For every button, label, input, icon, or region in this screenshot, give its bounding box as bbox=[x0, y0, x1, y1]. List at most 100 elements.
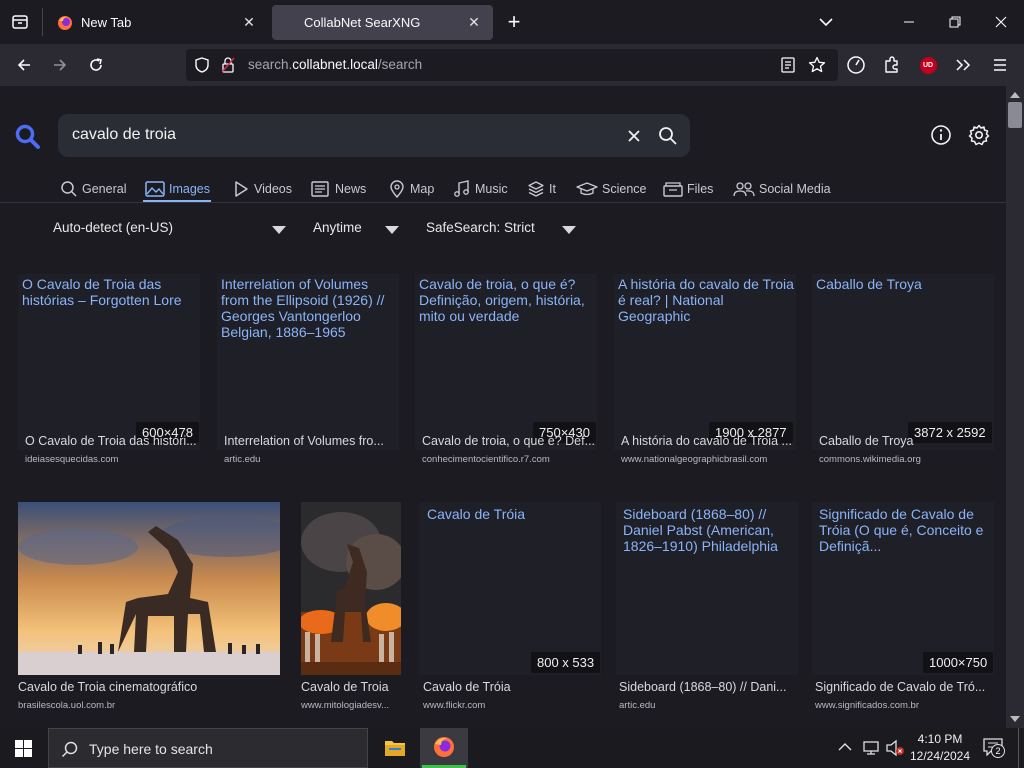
account-button[interactable] bbox=[843, 52, 869, 78]
page-scrollbar[interactable] bbox=[1006, 86, 1024, 728]
arrow-left-icon bbox=[17, 59, 30, 71]
image-alt-title: Significado de Cavalo de Tróia (O que é,… bbox=[819, 506, 984, 554]
restore-button[interactable] bbox=[942, 9, 968, 35]
category-images[interactable]: Images bbox=[145, 176, 210, 202]
windows-start-icon[interactable] bbox=[15, 740, 32, 757]
image-result[interactable]: Sideboard (1868–80) // Daniel Pabst (Ame… bbox=[616, 502, 798, 714]
category-map[interactable]: Map bbox=[388, 176, 434, 202]
trojan-horse-sunset-image[interactable] bbox=[18, 502, 280, 675]
play-icon bbox=[235, 181, 248, 197]
firefox-view-icon bbox=[12, 15, 28, 29]
new-tab-button[interactable]: + bbox=[501, 9, 527, 35]
taskbar-firefox-button[interactable] bbox=[420, 728, 468, 768]
show-desktop-button[interactable] bbox=[1018, 728, 1024, 768]
url-path: /search bbox=[377, 57, 423, 72]
chevron-down-icon bbox=[819, 18, 833, 27]
category-videos[interactable]: Videos bbox=[232, 176, 292, 202]
image-result[interactable]: Interrelation of Volumes from the Ellips… bbox=[217, 274, 399, 474]
tab-strip: New Tab ✕ CollabNet SearXNG ✕ + bbox=[0, 0, 1024, 44]
image-source-url: artic.edu bbox=[619, 700, 656, 711]
firefox-view-button[interactable] bbox=[7, 9, 33, 35]
notification-center-button[interactable]: 2 bbox=[983, 738, 1007, 760]
image-result[interactable]: Cavalo de Troia www.mitologiadesv... bbox=[301, 502, 401, 714]
taskbar-search-box[interactable]: Type here to search bbox=[48, 728, 368, 768]
category-science[interactable]: Science bbox=[576, 176, 646, 202]
reader-view-icon[interactable] bbox=[781, 57, 795, 73]
url-bar[interactable]: search.collabnet.local/search bbox=[186, 49, 838, 81]
search-submit-icon[interactable] bbox=[658, 126, 678, 146]
network-icon[interactable] bbox=[862, 740, 880, 756]
category-label: Social Media bbox=[759, 182, 831, 196]
category-it[interactable]: It bbox=[527, 176, 556, 202]
back-button[interactable] bbox=[11, 52, 37, 78]
shield-icon[interactable] bbox=[194, 57, 210, 73]
image-thumbnail-broken[interactable] bbox=[419, 502, 601, 675]
image-resolution: 1000×750 bbox=[923, 652, 994, 673]
image-result[interactable]: Cavalo de troia, o que é? Definição, ori… bbox=[415, 274, 597, 474]
chevron-up-icon[interactable] bbox=[838, 742, 852, 752]
safesearch-select[interactable]: SafeSearch: Strict bbox=[426, 220, 535, 240]
image-source-url: ideiasesquecidas.com bbox=[25, 454, 119, 465]
taskbar-clock[interactable]: 4:10 PM 12/24/2024 bbox=[908, 731, 972, 765]
ublock-button[interactable]: UD bbox=[915, 52, 941, 78]
image-result[interactable]: O Cavalo de Troia das histórias – Forgot… bbox=[18, 274, 200, 474]
image-source-url: conhecimentocientifico.r7.com bbox=[422, 454, 550, 465]
info-icon[interactable] bbox=[930, 124, 952, 146]
image-result[interactable]: Caballo de Troya 3872 x 2592 Caballo de … bbox=[812, 274, 994, 474]
image-caption: O Cavalo de Troia das históri... bbox=[25, 434, 197, 448]
category-social-media[interactable]: Social Media bbox=[733, 176, 831, 202]
scrollbar-thumb[interactable] bbox=[1008, 102, 1022, 128]
category-label: News bbox=[335, 182, 367, 196]
category-files[interactable]: Files bbox=[663, 176, 713, 202]
app-menu-button[interactable] bbox=[987, 52, 1013, 78]
extensions-button[interactable] bbox=[879, 52, 905, 78]
tab-title: CollabNet SearXNG bbox=[304, 15, 421, 30]
image-caption: Significado de Cavalo de Tró... bbox=[815, 680, 986, 694]
category-news[interactable]: News bbox=[311, 176, 366, 202]
image-alt-title: Sideboard (1868–80) // Daniel Pabst (Ame… bbox=[623, 506, 778, 554]
category-music[interactable]: Music bbox=[453, 176, 508, 202]
category-label: Science bbox=[602, 182, 647, 196]
image-result[interactable]: Cavalo de Tróia 800 x 533 Cavalo de Trói… bbox=[419, 502, 601, 714]
double-chevron-right-icon bbox=[956, 59, 971, 71]
image-result[interactable]: Cavalo de Troia cinematográfico brasiles… bbox=[18, 502, 280, 714]
ublock-shield-icon: UD bbox=[919, 56, 937, 74]
newspaper-icon bbox=[311, 181, 329, 197]
image-source-url: artic.edu bbox=[224, 454, 261, 465]
language-select[interactable]: Auto-detect (en-US) bbox=[53, 220, 173, 240]
speaker-muted-icon[interactable] bbox=[885, 739, 905, 757]
image-source-url: www.nationalgeographicbrasil.com bbox=[621, 454, 768, 465]
reload-button[interactable] bbox=[83, 52, 109, 78]
scroll-down-arrow-icon[interactable] bbox=[1010, 716, 1020, 722]
file-explorer-icon[interactable] bbox=[384, 738, 406, 758]
image-caption: Cavalo de Tróia bbox=[423, 680, 511, 694]
language-dropdown-caret-icon[interactable] bbox=[272, 226, 286, 234]
category-general[interactable]: General bbox=[60, 176, 126, 202]
minimize-button[interactable] bbox=[896, 9, 922, 35]
tab-close-icon[interactable]: ✕ bbox=[465, 13, 483, 31]
search-input[interactable]: cavalo de troia bbox=[72, 126, 176, 144]
image-result[interactable]: A história do cavalo de Troia é real? | … bbox=[614, 274, 796, 474]
scroll-up-arrow-icon[interactable] bbox=[1010, 92, 1020, 98]
lock-warning-icon[interactable] bbox=[221, 57, 235, 73]
image-caption: Caballo de Troya bbox=[819, 434, 914, 448]
close-window-button[interactable] bbox=[988, 9, 1014, 35]
time-range-dropdown-caret-icon[interactable] bbox=[385, 226, 399, 234]
image-caption: A história do cavalo de Troia ... bbox=[621, 434, 792, 448]
settings-gear-icon[interactable] bbox=[968, 124, 990, 146]
restore-icon bbox=[949, 16, 961, 28]
clear-search-icon[interactable] bbox=[626, 128, 642, 144]
tab-close-icon[interactable]: ✕ bbox=[240, 13, 258, 31]
list-all-tabs-button[interactable] bbox=[813, 9, 839, 35]
tab-collabnet-searxng[interactable]: CollabNet SearXNG ✕ bbox=[272, 5, 493, 40]
more-tools-button[interactable] bbox=[950, 52, 976, 78]
tab-new-tab[interactable]: New Tab ✕ bbox=[46, 5, 268, 40]
bookmark-star-icon[interactable] bbox=[808, 56, 826, 74]
searxng-logo-icon[interactable] bbox=[15, 124, 41, 150]
image-caption: Sideboard (1868–80) // Dani... bbox=[619, 680, 787, 694]
forward-button[interactable] bbox=[47, 52, 73, 78]
time-range-select[interactable]: Anytime bbox=[313, 220, 362, 240]
trojan-horse-burning-city-image[interactable] bbox=[301, 502, 401, 675]
image-result[interactable]: Significado de Cavalo de Tróia (O que é,… bbox=[812, 502, 994, 714]
safesearch-dropdown-caret-icon[interactable] bbox=[562, 226, 576, 234]
